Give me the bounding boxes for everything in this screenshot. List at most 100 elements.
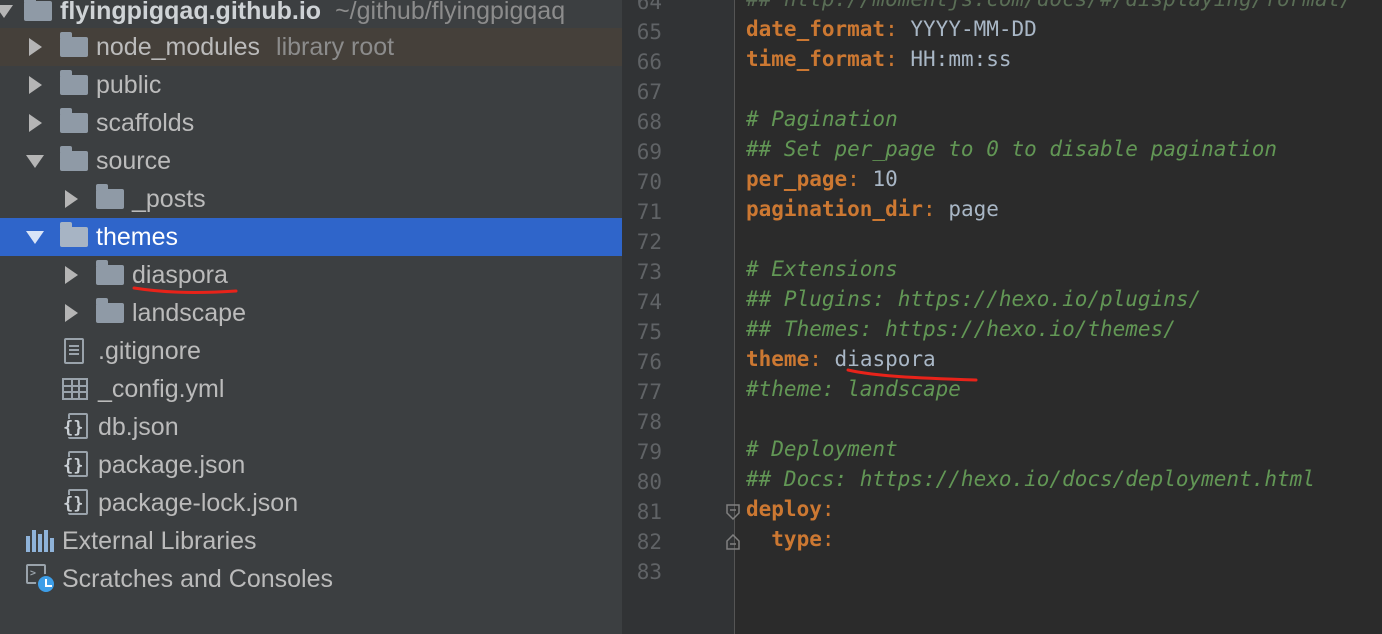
scratches-icon: >	[26, 560, 62, 598]
tree-item-label: themes	[96, 222, 178, 251]
root-folder-path: ~/github/flyingpigqaq	[335, 0, 566, 25]
code-line[interactable]: per_page: 10	[746, 167, 898, 197]
fold-collapse-icon[interactable]	[726, 504, 740, 520]
code-line[interactable]: ## Docs: https://hexo.io/docs/deployment…	[746, 467, 1315, 497]
code-line[interactable]: theme: diaspora	[746, 347, 936, 377]
yaml-value: HH:mm:ss	[910, 47, 1012, 71]
tree-item-source[interactable]: source	[0, 142, 622, 180]
tree-item-label: source	[96, 146, 172, 175]
yaml-value: YYYY-MM-DD	[910, 17, 1037, 41]
tree-item-scratches[interactable]: > Scratches and Consoles	[0, 560, 622, 598]
code-line[interactable]: deploy:	[746, 497, 835, 527]
line-number: 73	[636, 260, 662, 284]
tree-item-label: _config.yml	[98, 374, 225, 403]
folder-icon	[96, 180, 132, 218]
fold-end-icon[interactable]	[726, 534, 740, 550]
colon: :	[923, 197, 936, 221]
tree-item-package-lock-json[interactable]: {} package-lock.json	[0, 484, 622, 522]
tree-item-node-modules[interactable]: node_modules library root	[0, 28, 622, 66]
tree-item-db-json[interactable]: {} db.json	[0, 408, 622, 446]
colon: :	[821, 497, 835, 521]
collapse-toggle[interactable]	[18, 218, 52, 256]
code-line[interactable]: # Extensions	[746, 257, 898, 287]
code-line[interactable]: #theme: landscape	[746, 377, 961, 407]
expand-toggle[interactable]	[54, 256, 88, 294]
code-editor[interactable]: 64 65 66 67 68 69 70 71 72 73 74 75 76 7…	[622, 0, 1382, 634]
tree-root-row[interactable]: flyingpigqaq.github.io ~/github/flyingpi…	[0, 0, 622, 30]
json-file-icon: {}	[62, 446, 98, 484]
yaml-key: date_format	[746, 17, 886, 41]
code-line[interactable]: time_format: HH:mm:ss	[746, 47, 1012, 77]
code-line[interactable]: # Pagination	[746, 107, 898, 137]
tree-item-config-yml[interactable]: _config.yml	[0, 370, 622, 408]
libraries-icon	[26, 522, 62, 560]
code-line[interactable]: pagination_dir: page	[746, 197, 999, 227]
colon: :	[809, 347, 822, 371]
tree-item-themes[interactable]: themes	[0, 218, 622, 256]
code-line[interactable]: type:	[746, 527, 834, 557]
tree-item-scaffolds[interactable]: scaffolds	[0, 104, 622, 142]
folder-icon	[60, 218, 96, 256]
yaml-key: deploy	[746, 497, 822, 521]
line-number: 74	[636, 290, 662, 314]
folder-icon	[60, 142, 96, 180]
code-line[interactable]: ## Themes: https://hexo.io/themes/	[746, 317, 1176, 347]
yaml-value: page	[948, 197, 999, 221]
tree-item-public[interactable]: public	[0, 66, 622, 104]
code-line[interactable]: ## http://momentjs.com/docs/#/displaying…	[746, 0, 1353, 17]
line-number: 76	[636, 350, 662, 374]
colon: :	[885, 17, 898, 41]
line-number: 78	[636, 410, 662, 434]
yaml-key: theme	[746, 347, 810, 371]
line-number: 69	[636, 140, 662, 164]
yaml-value: 10	[872, 167, 898, 191]
root-folder-name: flyingpigqaq.github.io	[60, 0, 322, 25]
json-file-icon: {}	[62, 408, 98, 446]
expand-toggle[interactable]	[18, 66, 52, 104]
tree-item-label: Scratches and Consoles	[62, 564, 333, 593]
line-number: 66	[636, 50, 662, 74]
tree-item-gitignore[interactable]: .gitignore	[0, 332, 622, 370]
tree-item-label: _posts	[132, 184, 206, 213]
yaml-key: pagination_dir	[746, 197, 924, 221]
folder-icon	[16, 0, 60, 30]
expand-toggle[interactable]	[18, 28, 52, 66]
line-number: 77	[636, 380, 662, 404]
tree-item-label: .gitignore	[98, 336, 201, 365]
code-line[interactable]: ## Plugins: https://hexo.io/plugins/	[746, 287, 1201, 317]
folder-icon	[60, 28, 96, 66]
folder-icon	[60, 66, 96, 104]
line-number: 79	[636, 440, 662, 464]
expand-toggle[interactable]	[0, 0, 16, 30]
tree-item-label: landscape	[132, 298, 246, 327]
line-number: 72	[636, 230, 662, 254]
tree-item-external-libraries[interactable]: External Libraries	[0, 522, 622, 560]
code-line[interactable]: ## Set per_page to 0 to disable paginati…	[746, 137, 1277, 167]
library-root-hint: library root	[276, 32, 395, 61]
line-number: 75	[636, 320, 662, 344]
tree-item-package-json[interactable]: {} package.json	[0, 446, 622, 484]
yaml-key: per_page	[746, 167, 848, 191]
tree-item-label: public	[96, 70, 162, 99]
folder-icon	[96, 256, 132, 294]
tree-item-label: scaffolds	[96, 108, 195, 137]
code-line[interactable]: # Deployment	[746, 437, 898, 467]
tree-item-posts[interactable]: _posts	[0, 180, 622, 218]
yaml-key: time_format	[746, 47, 886, 71]
tree-item-label: package-lock.json	[98, 488, 299, 517]
line-number: 65	[636, 20, 662, 44]
expand-toggle[interactable]	[18, 104, 52, 142]
tree-item-label: db.json	[98, 412, 179, 441]
tree-item-landscape[interactable]: landscape	[0, 294, 622, 332]
tree-item-diaspora[interactable]: diaspora	[0, 256, 622, 294]
line-number: 71	[636, 200, 662, 224]
code-line[interactable]: date_format: YYYY-MM-DD	[746, 17, 1037, 47]
collapse-toggle[interactable]	[18, 142, 52, 180]
line-number: 68	[636, 110, 662, 134]
table-file-icon	[62, 370, 98, 408]
expand-toggle[interactable]	[54, 294, 88, 332]
expand-toggle[interactable]	[54, 180, 88, 218]
yaml-value: diaspora	[834, 347, 936, 371]
yaml-key: type	[746, 527, 822, 551]
line-number: 64	[636, 0, 662, 14]
